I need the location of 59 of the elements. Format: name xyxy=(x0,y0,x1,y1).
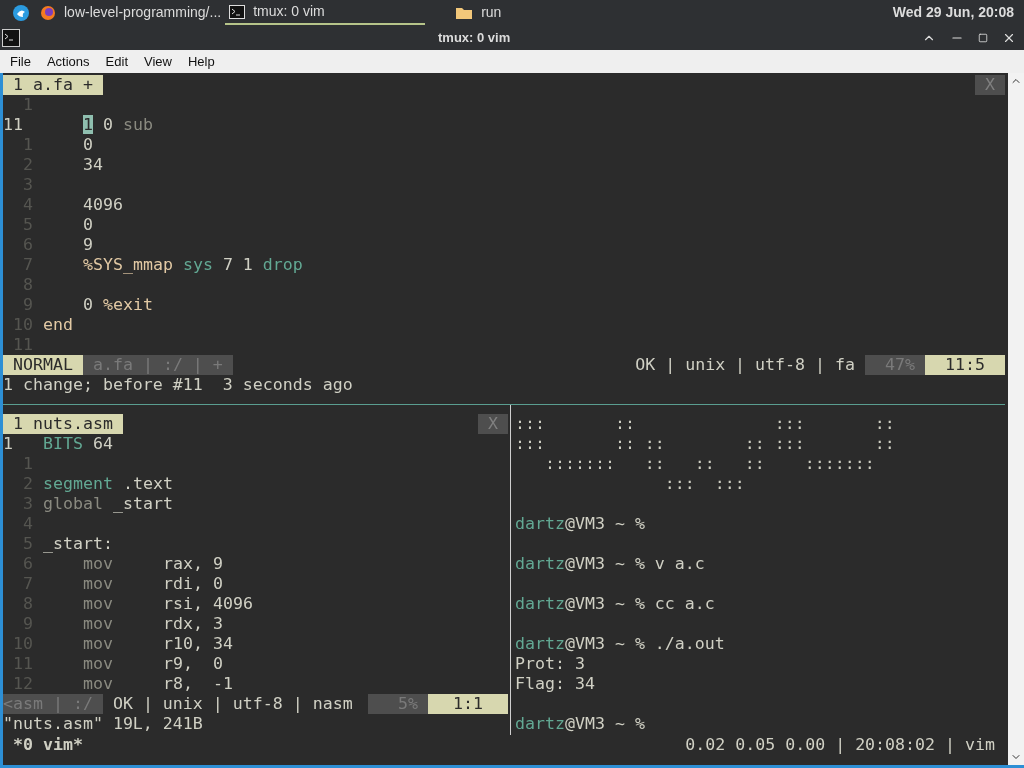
code-line: global _start xyxy=(43,494,173,514)
code-line: BITS 64 xyxy=(43,434,113,454)
menu-item[interactable]: Edit xyxy=(97,51,136,72)
code-line: 9 xyxy=(83,235,93,255)
code-line: mov rdi, 0 xyxy=(83,574,223,594)
code-line: 0 %exit xyxy=(83,295,153,315)
vim-message: "nuts.asm" 19L, 241B xyxy=(3,714,204,734)
code-line: 34 xyxy=(83,155,103,175)
cursor-position: 11:5 xyxy=(925,355,1005,375)
code-line: 0 xyxy=(83,135,93,155)
menu-item[interactable]: Actions xyxy=(38,51,98,72)
code-line: 4096 xyxy=(83,195,123,215)
code-line: mov r9, 0 xyxy=(83,654,223,674)
terminal-line: ::::::: :: :: :: ::::::: xyxy=(543,454,875,473)
window-title: tmux: 0 vim xyxy=(438,28,511,47)
launcher-icon[interactable] xyxy=(12,3,30,22)
code-line: mov rsi, 4096 xyxy=(83,594,253,614)
code-line: segment .text xyxy=(43,474,173,494)
menu-item[interactable]: View xyxy=(136,51,180,72)
terminal-line: dartz@VM3 ~ % xyxy=(515,514,645,533)
scrollbar[interactable] xyxy=(1008,73,1024,765)
terminal-line: dartz@VM3 ~ % cc a.c xyxy=(515,594,715,613)
code-line: mov r8, -1 xyxy=(83,674,233,694)
menu-item[interactable]: Help xyxy=(179,51,223,72)
terminal-line: Flag: 34 xyxy=(515,674,595,693)
file-format-info: OK | unix | utf-8 | nasm xyxy=(111,694,354,714)
taskbar-item[interactable]: run xyxy=(425,0,606,25)
buffer-tab[interactable]: 1 nuts.asm xyxy=(3,414,123,434)
terminal-icon xyxy=(229,3,246,20)
tmux-status-info: 0.02 0.05 0.00 | 20:08:02 | vim xyxy=(685,735,996,755)
code-line: mov rdx, 3 xyxy=(83,614,223,634)
browser-icon xyxy=(40,4,56,21)
terminal-line: ::: ::: xyxy=(663,474,745,493)
maximize-icon[interactable] xyxy=(978,32,988,43)
menu-item[interactable]: File xyxy=(2,51,39,72)
cursor-position: 1:1 xyxy=(428,694,508,714)
terminal-line: dartz@VM3 ~ % ./a.out xyxy=(515,634,725,653)
code-line: mov rax, 9 xyxy=(83,554,223,574)
code-line: mov r10, 34 xyxy=(83,634,233,654)
mode-indicator: NORMAL xyxy=(3,355,83,375)
terminal-line: ::: :: ::: :: xyxy=(515,414,895,433)
taskbar-item[interactable]: low-level-programming/... xyxy=(36,0,226,25)
vim-message: 1 change; before #11 3 seconds ago xyxy=(3,375,354,395)
code-line: _start: xyxy=(43,534,113,554)
code-line: 1 0 sub xyxy=(83,115,153,135)
buffer-tab[interactable]: 1 a.fa + xyxy=(3,75,103,95)
code-line: %SYS_mmap sys 7 1 drop xyxy=(83,255,303,275)
terminal-line: dartz@VM3 ~ % xyxy=(515,714,645,733)
code-line: end xyxy=(43,315,73,335)
terminal-icon xyxy=(2,28,20,47)
line-number: 1 xyxy=(3,434,14,454)
terminal-line: dartz@VM3 ~ % v a.c xyxy=(515,554,705,573)
code-line: 0 xyxy=(83,215,93,235)
file-format-info: OK | unix | utf-8 | fa xyxy=(634,355,856,375)
terminal-line: Prot: 3 xyxy=(515,654,585,673)
terminal-line: ::: :: :: :: ::: :: xyxy=(515,434,895,453)
clock[interactable]: Wed 29 Jun, 20:08 xyxy=(892,2,1014,23)
tmux-window-label[interactable]: *0 vim* xyxy=(3,735,83,755)
line-number: 11 xyxy=(3,115,24,135)
